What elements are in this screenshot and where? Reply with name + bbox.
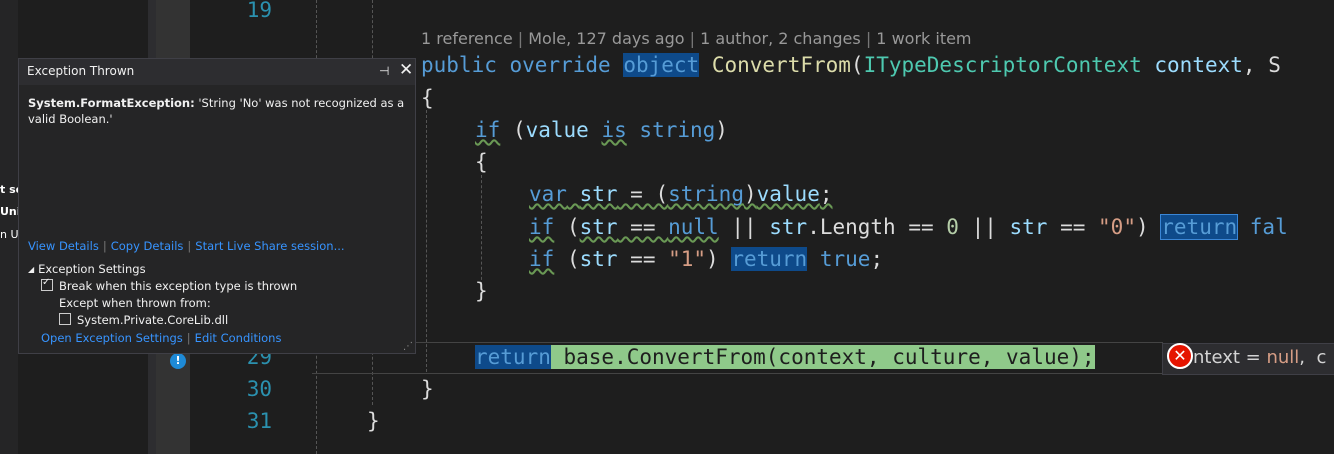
popup-title: Exception Thrown (27, 64, 135, 78)
exception-links: View Details | Copy Details | Start Live Sha… (28, 239, 345, 253)
codelens-references[interactable]: 1 reference (421, 29, 513, 48)
corelib-option[interactable]: System.Private.CoreLib.dll (59, 313, 228, 327)
code-line[interactable]: if (value is string) (475, 114, 728, 146)
code-line[interactable]: public override object ConvertFrom(IType… (421, 49, 1281, 81)
indent-guide (426, 110, 427, 372)
left-panel-strip (0, 0, 18, 454)
code-line[interactable]: if (str == "1") return true; (529, 243, 883, 275)
view-details-link[interactable]: View Details (28, 239, 99, 253)
line-number: 31 (246, 409, 272, 433)
codelens-work-items[interactable]: 1 work item (876, 29, 971, 48)
code-line[interactable]: var str = (string)value; (529, 178, 833, 210)
exception-thrown-popup: Exception Thrown ⊣ ✕ System.FormatExcept… (18, 58, 416, 354)
open-exception-settings-link[interactable]: Open Exception Settings (41, 331, 183, 345)
close-icon[interactable]: ✕ (399, 60, 413, 80)
code-line[interactable]: { (475, 146, 488, 178)
indent-guide (481, 175, 482, 285)
datatip-name: ntext (1193, 347, 1240, 368)
code-line[interactable]: } (421, 373, 434, 405)
code-line[interactable]: if (str == null || str.Length == 0 || st… (529, 211, 1288, 243)
break-when-thrown-option[interactable]: Break when this exception type is thrown (41, 277, 297, 293)
break-when-thrown-checkbox[interactable] (41, 277, 53, 291)
code-line[interactable]: { (421, 82, 434, 114)
stray-label: n U (0, 228, 19, 241)
collapse-triangle-icon: ◢ (28, 265, 35, 274)
line-number: 19 (246, 0, 272, 22)
codelens-bar[interactable]: 1 reference | Mole, 127 days ago | 1 aut… (421, 28, 972, 50)
edit-conditions-link[interactable]: Edit Conditions (195, 331, 282, 345)
exception-marker-icon[interactable]: ! (170, 353, 186, 369)
popup-header: Exception Thrown ⊣ ✕ (19, 59, 415, 85)
corelib-checkbox[interactable] (59, 313, 71, 325)
exception-type: System.FormatException: (28, 96, 195, 110)
exception-settings-header[interactable]: ◢ Exception Settings (28, 262, 146, 276)
exception-bottom-links: Open Exception Settings | Edit Conditions (41, 331, 282, 345)
line-number: 30 (246, 377, 272, 401)
except-when-label: Except when thrown from: (59, 296, 211, 310)
current-statement[interactable]: return base.ConvertFrom(context, culture… (475, 341, 1095, 373)
exception-message: System.FormatException: 'String 'No' was… (28, 95, 408, 127)
copy-details-link[interactable]: Copy Details (111, 239, 184, 253)
error-icon: ✕ (1167, 343, 1193, 369)
pin-icon[interactable]: ⊣ (379, 64, 389, 78)
code-line[interactable]: } (475, 275, 488, 307)
codelens-changes[interactable]: 1 author, 2 changes (700, 29, 861, 48)
code-line[interactable]: } (367, 405, 380, 437)
live-share-link[interactable]: Start Live Share session... (195, 239, 344, 253)
datatip-value: null (1266, 347, 1300, 368)
resize-grip-icon[interactable]: ⋰ (403, 341, 413, 352)
codelens-author[interactable]: Mole, 127 days ago (528, 29, 684, 48)
